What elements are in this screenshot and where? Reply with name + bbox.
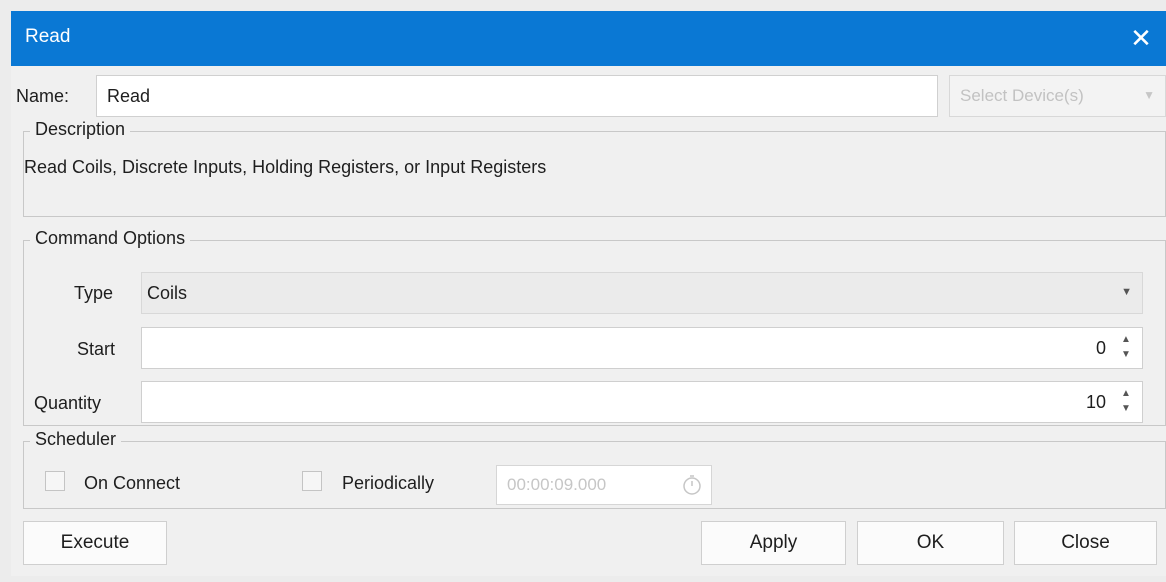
description-title: Description	[30, 119, 131, 140]
interval-input[interactable]: 00:00:09.000	[496, 465, 712, 505]
interval-value: 00:00:09.000	[507, 475, 607, 494]
description-text: Read Coils, Discrete Inputs, Holding Reg…	[24, 157, 547, 177]
description-group: Description Read Coils, Discrete Inputs,…	[23, 119, 1166, 217]
spinner-icon[interactable]: ▲ ▼	[1120, 332, 1132, 362]
on-connect-checkbox[interactable]	[45, 471, 65, 491]
stopwatch-icon[interactable]	[681, 474, 703, 501]
scheduler-title: Scheduler	[30, 429, 122, 450]
name-label: Name:	[16, 86, 70, 106]
window-title: Read	[25, 26, 71, 47]
command-options-group: Command Options Type Coils ▼ Start 0 ▲ ▼ …	[23, 228, 1166, 426]
close-icon[interactable]: ✕	[1116, 11, 1166, 66]
type-value: Coils	[147, 282, 188, 303]
close-button[interactable]: Close	[1014, 521, 1157, 565]
start-label: Start	[77, 339, 116, 359]
periodically-checkbox[interactable]	[302, 471, 322, 491]
start-stepper[interactable]: 0 ▲ ▼	[141, 327, 1143, 369]
title-bar: Read ✕	[11, 11, 1166, 66]
select-device-dropdown[interactable]: Select Device(s) ▼	[949, 75, 1166, 117]
quantity-value: 10	[1085, 392, 1106, 412]
name-input[interactable]: Read	[96, 75, 938, 117]
chevron-down-icon: ▼	[1143, 88, 1155, 102]
chevron-down-icon: ▼	[1121, 286, 1132, 298]
quantity-label: Quantity	[34, 393, 102, 413]
quantity-stepper[interactable]: 10 ▲ ▼	[141, 381, 1143, 423]
dialog-body: Name: Read Select Device(s) ▼ Descriptio…	[11, 66, 1166, 576]
periodically-label: Periodically	[342, 473, 435, 493]
type-select[interactable]: Coils ▼	[141, 272, 1143, 314]
spinner-icon[interactable]: ▲ ▼	[1120, 386, 1132, 416]
ok-button[interactable]: OK	[857, 521, 1004, 565]
on-connect-label: On Connect	[84, 473, 181, 493]
name-value: Read	[107, 85, 151, 106]
apply-button[interactable]: Apply	[701, 521, 846, 565]
scheduler-group: Scheduler On Connect Periodically 00:00:…	[23, 429, 1166, 509]
command-options-title: Command Options	[30, 228, 191, 249]
type-label: Type	[74, 283, 114, 303]
device-placeholder: Select Device(s)	[960, 86, 1084, 105]
execute-button[interactable]: Execute	[23, 521, 167, 565]
start-value: 0	[1095, 338, 1106, 358]
